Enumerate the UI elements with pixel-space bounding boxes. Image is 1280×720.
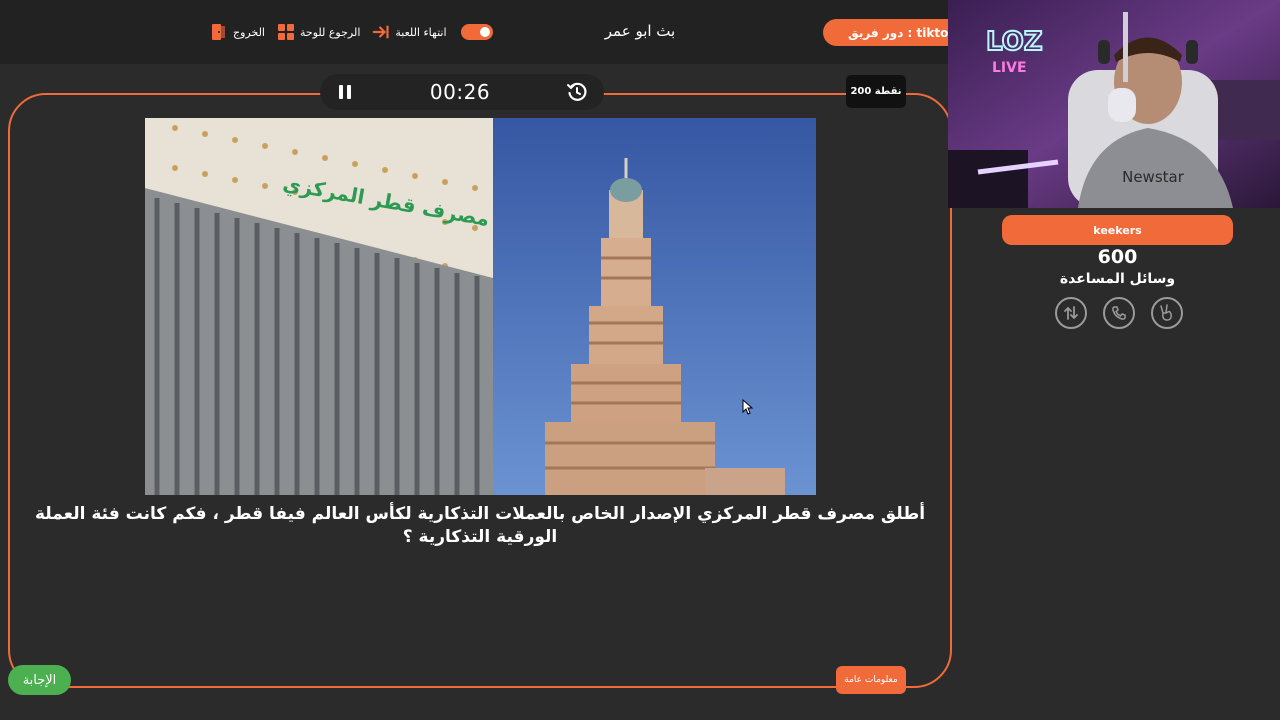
timer-bar: 00:26 xyxy=(320,74,604,110)
neon-sub-text: LIVE xyxy=(992,60,1027,76)
end-game-button[interactable]: انتهاء اللعبة xyxy=(372,23,447,41)
exit-button[interactable]: الخروج xyxy=(210,23,265,41)
help-tools-title: وسائل المساعدة xyxy=(1059,271,1176,287)
swap-question-button[interactable] xyxy=(1055,297,1087,329)
arrow-to-line-icon xyxy=(372,23,390,41)
neon-sign-text: LOZ xyxy=(986,27,1043,57)
swap-arrows-icon xyxy=(1063,305,1079,321)
mouse-cursor-icon xyxy=(742,399,754,415)
timer-display: 00:26 xyxy=(429,80,491,104)
toggle-switch-icon[interactable] xyxy=(460,24,493,40)
call-friend-button[interactable] xyxy=(1103,297,1135,329)
shirt-text: Newstar xyxy=(1122,168,1185,186)
end-game-label: انتهاء اللعبة xyxy=(395,25,447,39)
exit-door-icon xyxy=(210,23,228,41)
exit-label: الخروج xyxy=(233,25,265,39)
grid-board-icon xyxy=(277,23,295,41)
victory-hand-icon xyxy=(1159,304,1175,322)
board-label: الرجوع للوحة xyxy=(300,25,361,39)
answer-button[interactable]: الإجابة xyxy=(8,665,71,695)
page-title: بث ابو عمر xyxy=(604,22,676,40)
question-image: مصرف قطر المركزي xyxy=(145,118,816,495)
phone-icon xyxy=(1111,305,1127,321)
restart-timer-icon[interactable] xyxy=(566,81,588,103)
team-score: 600 xyxy=(1097,246,1138,268)
top-actions: الخروج الرجوع للوحة انتهاء اللعبة xyxy=(210,20,493,44)
points-badge: 200 نقطة xyxy=(846,75,906,108)
webcam-video: LOZ LIVE Newstar xyxy=(948,0,1280,208)
help-tools xyxy=(1055,297,1183,329)
team-turn-pill: دور فريق : tiktokirz xyxy=(823,19,963,46)
double-points-button[interactable] xyxy=(1151,297,1183,329)
team-name-card: keekers xyxy=(1002,215,1233,245)
toggle-knob xyxy=(479,27,490,37)
question-text: أطلق مصرف قطر المركزي الإصدار الخاص بالع… xyxy=(34,504,926,547)
category-badge: معلومات عامة xyxy=(836,666,906,694)
board-button[interactable]: الرجوع للوحة xyxy=(277,23,360,41)
pause-icon[interactable] xyxy=(336,83,354,101)
